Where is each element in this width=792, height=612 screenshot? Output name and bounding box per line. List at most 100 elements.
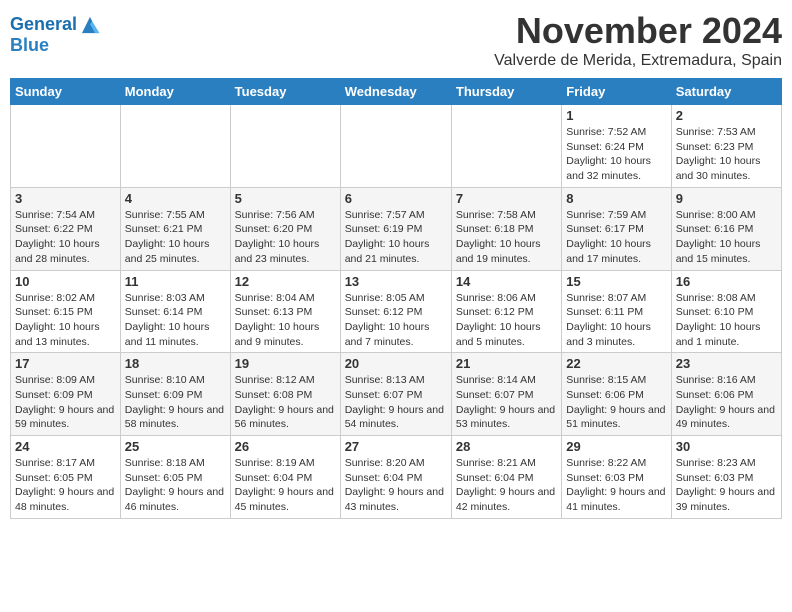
month-title: November 2024 xyxy=(494,10,782,52)
header: General Blue November 2024 Valverde de M… xyxy=(10,10,782,70)
day-number: 2 xyxy=(676,108,777,123)
header-day-saturday: Saturday xyxy=(671,79,781,105)
day-cell: 20 Sunrise: 8:13 AMSunset: 6:07 PMDayligh… xyxy=(340,353,451,436)
week-row-3: 10Sunrise: 8:02 AMSunset: 6:15 PMDayligh… xyxy=(11,270,782,353)
calendar-table: SundayMondayTuesdayWednesdayThursdayFrid… xyxy=(10,78,782,519)
day-detail: Sunrise: 8:18 AMSunset: 6:05 PMDaylight:… xyxy=(125,456,226,515)
day-cell: 22 Sunrise: 8:15 AMSunset: 6:06 PMDayligh… xyxy=(562,353,671,436)
day-cell: 24 Sunrise: 8:17 AMSunset: 6:05 PMDayligh… xyxy=(11,436,121,519)
day-number: 22 xyxy=(566,356,666,371)
day-number: 25 xyxy=(125,439,226,454)
day-cell xyxy=(11,105,121,188)
day-detail: Sunrise: 7:53 AMSunset: 6:23 PMDaylight:… xyxy=(676,125,777,184)
day-cell: 11Sunrise: 8:03 AMSunset: 6:14 PMDayligh… xyxy=(120,270,230,353)
day-number: 4 xyxy=(125,191,226,206)
day-cell: 19Sunrise: 8:12 AMSunset: 6:08 PMDayligh… xyxy=(230,353,340,436)
day-detail: Sunrise: 8:12 AMSunset: 6:08 PMDaylight:… xyxy=(235,373,336,432)
day-cell: 4 Sunrise: 7:55 AMSunset: 6:21 PMDaylight… xyxy=(120,187,230,270)
day-detail: Sunrise: 8:07 AMSunset: 6:11 PMDaylight:… xyxy=(566,291,666,350)
day-cell: 30 Sunrise: 8:23 AMSunset: 6:03 PMDayligh… xyxy=(671,436,781,519)
day-cell: 3Sunrise: 7:54 AMSunset: 6:22 PMDaylight… xyxy=(11,187,121,270)
day-cell xyxy=(340,105,451,188)
day-number: 21 xyxy=(456,356,557,371)
day-cell: 14Sunrise: 8:06 AMSunset: 6:12 PMDayligh… xyxy=(451,270,561,353)
logo: General Blue xyxy=(10,14,101,56)
day-cell xyxy=(451,105,561,188)
day-detail: Sunrise: 8:19 AMSunset: 6:04 PMDaylight:… xyxy=(235,456,336,515)
day-detail: Sunrise: 7:56 AMSunset: 6:20 PMDaylight:… xyxy=(235,208,336,267)
day-number: 12 xyxy=(235,274,336,289)
day-detail: Sunrise: 8:06 AMSunset: 6:12 PMDaylight:… xyxy=(456,291,557,350)
day-cell: 18 Sunrise: 8:10 AMSunset: 6:09 PMDayligh… xyxy=(120,353,230,436)
week-row-4: 17 Sunrise: 8:09 AMSunset: 6:09 PMDayligh… xyxy=(11,353,782,436)
day-cell: 21Sunrise: 8:14 AMSunset: 6:07 PMDayligh… xyxy=(451,353,561,436)
day-cell: 10Sunrise: 8:02 AMSunset: 6:15 PMDayligh… xyxy=(11,270,121,353)
day-number: 20 xyxy=(345,356,447,371)
header-day-friday: Friday xyxy=(562,79,671,105)
day-cell xyxy=(120,105,230,188)
header-day-thursday: Thursday xyxy=(451,79,561,105)
day-number: 9 xyxy=(676,191,777,206)
day-detail: Sunrise: 8:21 AMSunset: 6:04 PMDaylight:… xyxy=(456,456,557,515)
day-number: 6 xyxy=(345,191,447,206)
week-row-1: 1 Sunrise: 7:52 AMSunset: 6:24 PMDaylight… xyxy=(11,105,782,188)
day-detail: Sunrise: 8:09 AMSunset: 6:09 PMDaylight:… xyxy=(15,373,116,432)
day-detail: Sunrise: 8:10 AMSunset: 6:09 PMDaylight:… xyxy=(125,373,226,432)
day-detail: Sunrise: 8:17 AMSunset: 6:05 PMDaylight:… xyxy=(15,456,116,515)
day-number: 18 xyxy=(125,356,226,371)
day-cell: 27 Sunrise: 8:20 AMSunset: 6:04 PMDayligh… xyxy=(340,436,451,519)
day-detail: Sunrise: 8:20 AMSunset: 6:04 PMDaylight:… xyxy=(345,456,447,515)
calendar-body: 1 Sunrise: 7:52 AMSunset: 6:24 PMDaylight… xyxy=(11,105,782,519)
day-number: 28 xyxy=(456,439,557,454)
day-cell: 9 Sunrise: 8:00 AMSunset: 6:16 PMDaylight… xyxy=(671,187,781,270)
day-cell: 5 Sunrise: 7:56 AMSunset: 6:20 PMDaylight… xyxy=(230,187,340,270)
logo-text-line1: General xyxy=(10,15,77,35)
day-detail: Sunrise: 7:57 AMSunset: 6:19 PMDaylight:… xyxy=(345,208,447,267)
day-number: 27 xyxy=(345,439,447,454)
day-number: 1 xyxy=(566,108,666,123)
day-number: 17 xyxy=(15,356,116,371)
logo-icon xyxy=(79,14,101,36)
day-number: 5 xyxy=(235,191,336,206)
day-detail: Sunrise: 8:16 AMSunset: 6:06 PMDaylight:… xyxy=(676,373,777,432)
header-day-sunday: Sunday xyxy=(11,79,121,105)
header-day-tuesday: Tuesday xyxy=(230,79,340,105)
header-row: SundayMondayTuesdayWednesdayThursdayFrid… xyxy=(11,79,782,105)
day-detail: Sunrise: 8:00 AMSunset: 6:16 PMDaylight:… xyxy=(676,208,777,267)
header-day-monday: Monday xyxy=(120,79,230,105)
day-number: 8 xyxy=(566,191,666,206)
day-detail: Sunrise: 8:04 AMSunset: 6:13 PMDaylight:… xyxy=(235,291,336,350)
logo-text-line2: Blue xyxy=(10,36,101,56)
day-number: 7 xyxy=(456,191,557,206)
day-number: 16 xyxy=(676,274,777,289)
day-detail: Sunrise: 7:59 AMSunset: 6:17 PMDaylight:… xyxy=(566,208,666,267)
day-detail: Sunrise: 7:55 AMSunset: 6:21 PMDaylight:… xyxy=(125,208,226,267)
day-number: 24 xyxy=(15,439,116,454)
header-day-wednesday: Wednesday xyxy=(340,79,451,105)
day-cell: 15Sunrise: 8:07 AMSunset: 6:11 PMDayligh… xyxy=(562,270,671,353)
day-number: 13 xyxy=(345,274,447,289)
subtitle: Valverde de Merida, Extremadura, Spain xyxy=(494,52,782,70)
calendar-header: SundayMondayTuesdayWednesdayThursdayFrid… xyxy=(11,79,782,105)
week-row-5: 24 Sunrise: 8:17 AMSunset: 6:05 PMDayligh… xyxy=(11,436,782,519)
day-detail: Sunrise: 8:23 AMSunset: 6:03 PMDaylight:… xyxy=(676,456,777,515)
day-cell: 16 Sunrise: 8:08 AMSunset: 6:10 PMDayligh… xyxy=(671,270,781,353)
day-detail: Sunrise: 8:08 AMSunset: 6:10 PMDaylight:… xyxy=(676,291,777,350)
day-detail: Sunrise: 8:15 AMSunset: 6:06 PMDaylight:… xyxy=(566,373,666,432)
day-detail: Sunrise: 7:54 AMSunset: 6:22 PMDaylight:… xyxy=(15,208,116,267)
day-detail: Sunrise: 8:13 AMSunset: 6:07 PMDaylight:… xyxy=(345,373,447,432)
day-cell: 13 Sunrise: 8:05 AMSunset: 6:12 PMDayligh… xyxy=(340,270,451,353)
day-cell: 29 Sunrise: 8:22 AMSunset: 6:03 PMDayligh… xyxy=(562,436,671,519)
day-cell: 28 Sunrise: 8:21 AMSunset: 6:04 PMDayligh… xyxy=(451,436,561,519)
day-detail: Sunrise: 8:03 AMSunset: 6:14 PMDaylight:… xyxy=(125,291,226,350)
day-detail: Sunrise: 7:52 AMSunset: 6:24 PMDaylight:… xyxy=(566,125,666,184)
day-detail: Sunrise: 8:05 AMSunset: 6:12 PMDaylight:… xyxy=(345,291,447,350)
day-detail: Sunrise: 8:22 AMSunset: 6:03 PMDaylight:… xyxy=(566,456,666,515)
day-number: 30 xyxy=(676,439,777,454)
day-cell: 26Sunrise: 8:19 AMSunset: 6:04 PMDayligh… xyxy=(230,436,340,519)
day-number: 29 xyxy=(566,439,666,454)
day-cell: 25 Sunrise: 8:18 AMSunset: 6:05 PMDayligh… xyxy=(120,436,230,519)
day-number: 23 xyxy=(676,356,777,371)
day-cell: 2 Sunrise: 7:53 AMSunset: 6:23 PMDaylight… xyxy=(671,105,781,188)
day-cell: 23 Sunrise: 8:16 AMSunset: 6:06 PMDayligh… xyxy=(671,353,781,436)
